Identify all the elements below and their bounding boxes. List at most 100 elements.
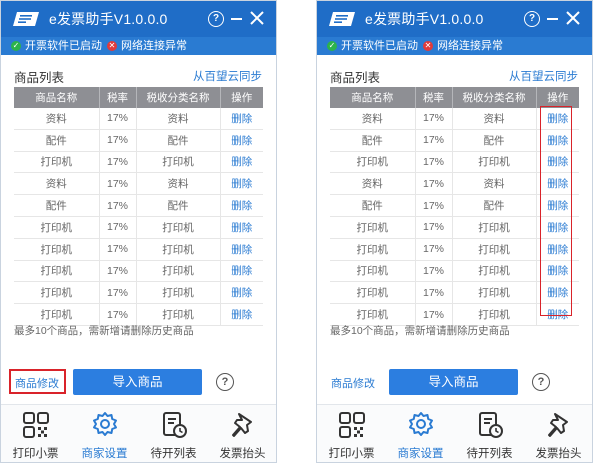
table-row: 资料 17% 资料 删除 <box>14 172 263 196</box>
cell-tax-category: 配件 <box>136 129 221 152</box>
title-bar: e发票助手V1.0.0.0 ? <box>1 1 276 37</box>
status-network: ✕ 网络连接异常 <box>107 39 187 53</box>
cell-tax-rate: 17% <box>99 108 137 130</box>
tab-label: 发票抬头 <box>535 448 582 460</box>
cell-tax-rate: 17% <box>415 216 453 239</box>
status-software: ✓ 开票软件已启动 <box>11 39 102 53</box>
delete-link[interactable]: 删除 <box>220 216 263 239</box>
check-icon: ✓ <box>11 41 21 51</box>
help-icon[interactable]: ? <box>524 11 540 27</box>
cell-tax-category: 资料 <box>452 108 537 130</box>
delete-link[interactable]: 删除 <box>220 260 263 283</box>
tab-pending-list[interactable]: 待开列表 <box>455 405 524 462</box>
table-row: 打印机 17% 打印机 删除 <box>14 151 263 174</box>
minimize-icon[interactable] <box>547 18 558 20</box>
close-icon[interactable] <box>566 11 580 25</box>
tab-label: 商家设置 <box>81 448 128 460</box>
table-row: 配件 17% 配件 删除 <box>14 194 263 217</box>
tab-label: 打印小票 <box>12 448 59 460</box>
cell-tax-category: 资料 <box>136 108 221 130</box>
status-label: 网络连接异常 <box>121 40 187 52</box>
tab-label: 待开列表 <box>150 448 197 460</box>
minimize-icon[interactable] <box>231 18 242 20</box>
table-row: 打印机 17% 打印机 删除 <box>14 238 263 261</box>
close-icon[interactable] <box>250 11 264 25</box>
column-header: 税收分类名称 <box>452 87 537 108</box>
delete-link[interactable]: 删除 <box>220 281 263 305</box>
check-icon: ✓ <box>327 41 337 51</box>
pin-icon <box>547 413 568 437</box>
cell-tax-rate: 17% <box>415 129 453 152</box>
status-label: 开票软件已启动 <box>341 40 418 52</box>
import-goods-button[interactable]: 导入商品 <box>389 369 518 395</box>
bottom-tab-bar: 打印小票 商家设置 待开列表 发票抬头 <box>1 404 276 462</box>
cell-goods-name: 打印机 <box>14 216 100 239</box>
cell-goods-name: 打印机 <box>330 260 416 283</box>
cell-tax-rate: 17% <box>415 238 453 261</box>
cell-goods-name: 配件 <box>330 194 416 217</box>
delete-link[interactable]: 删除 <box>220 129 263 152</box>
cell-tax-rate: 17% <box>99 172 137 196</box>
window-title: e发票助手V1.0.0.0 <box>49 11 168 27</box>
cell-tax-category: 打印机 <box>452 260 537 283</box>
import-goods-button[interactable]: 导入商品 <box>73 369 202 395</box>
cell-tax-category: 资料 <box>136 172 221 196</box>
column-header: 商品名称 <box>330 87 416 108</box>
cell-tax-category: 打印机 <box>136 151 221 174</box>
cell-tax-category: 打印机 <box>136 216 221 239</box>
cell-goods-name: 配件 <box>14 129 100 152</box>
title-bar: e发票助手V1.0.0.0 ? <box>317 1 592 37</box>
column-header: 操作 <box>536 87 579 108</box>
tab-print-receipt[interactable]: 打印小票 <box>1 405 70 462</box>
cell-tax-rate: 17% <box>99 238 137 261</box>
delete-link[interactable]: 删除 <box>220 108 263 130</box>
cell-tax-rate: 17% <box>99 194 137 217</box>
status-network: ✕ 网络连接异常 <box>423 39 503 53</box>
delete-link[interactable]: 删除 <box>220 238 263 261</box>
tab-merchant-settings[interactable]: 商家设置 <box>386 405 455 462</box>
table-row: 打印机 17% 打印机 删除 <box>14 216 263 239</box>
cell-tax-rate: 17% <box>99 281 137 305</box>
cell-tax-rate: 17% <box>99 216 137 239</box>
pin-icon <box>231 413 252 437</box>
edit-goods-link[interactable]: 商品修改 <box>331 375 375 391</box>
tab-invoice-title[interactable]: 发票抬头 <box>524 405 592 462</box>
sync-link[interactable]: 从百望云同步 <box>509 68 578 84</box>
tab-print-receipt[interactable]: 打印小票 <box>317 405 386 462</box>
cell-tax-category: 打印机 <box>452 151 537 174</box>
help-icon[interactable]: ? <box>532 373 550 391</box>
window-title: e发票助手V1.0.0.0 <box>365 11 484 27</box>
section-title: 商品列表 <box>330 71 381 85</box>
app-window-left: e发票助手V1.0.0.0 ? ✓ 开票软件已启动 ✕ 网络连接异常 商品列表 … <box>0 0 277 463</box>
tab-merchant-settings[interactable]: 商家设置 <box>70 405 139 462</box>
app-window-right: e发票助手V1.0.0.0 ? ✓ 开票软件已启动 ✕ 网络连接异常 商品列表 … <box>316 0 593 463</box>
delete-link[interactable]: 删除 <box>220 194 263 217</box>
table-row: 资料 17% 资料 删除 <box>14 108 263 130</box>
delete-link[interactable]: 删除 <box>220 172 263 196</box>
cell-tax-rate: 17% <box>415 108 453 130</box>
cell-tax-rate: 17% <box>415 151 453 174</box>
status-software: ✓ 开票软件已启动 <box>327 39 418 53</box>
invoice-logo-icon <box>329 12 355 26</box>
table-row: 打印机 17% 打印机 删除 <box>14 260 263 283</box>
delete-link[interactable]: 删除 <box>220 151 263 174</box>
table-header: 商品名称 税率 税收分类名称 操作 <box>14 87 263 108</box>
cell-tax-category: 打印机 <box>136 238 221 261</box>
limit-hint: 最多10个商品，需新增请删除历史商品 <box>14 325 194 337</box>
sync-link[interactable]: 从百望云同步 <box>193 68 262 84</box>
delete-link[interactable]: 删除 <box>220 303 263 326</box>
help-icon[interactable]: ? <box>216 373 234 391</box>
cell-tax-rate: 17% <box>415 281 453 305</box>
pending-list-icon <box>478 412 503 438</box>
cell-goods-name: 资料 <box>330 108 416 130</box>
cell-tax-rate: 17% <box>415 260 453 283</box>
invoice-logo-icon <box>13 12 39 26</box>
tab-invoice-title[interactable]: 发票抬头 <box>208 405 276 462</box>
table-row: 配件 17% 配件 删除 <box>14 129 263 152</box>
help-icon[interactable]: ? <box>208 11 224 27</box>
tab-label: 发票抬头 <box>219 448 266 460</box>
tab-pending-list[interactable]: 待开列表 <box>139 405 208 462</box>
error-icon: ✕ <box>423 41 433 51</box>
section-title: 商品列表 <box>14 71 65 85</box>
cell-tax-category: 打印机 <box>452 216 537 239</box>
